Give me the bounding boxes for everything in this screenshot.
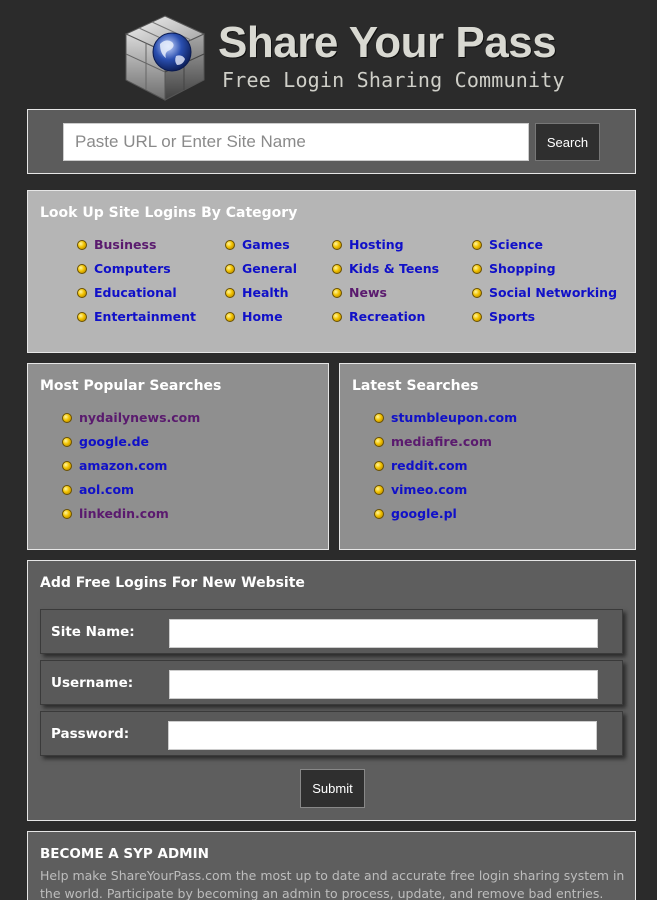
bullet-icon [374,412,384,423]
latest-search-link[interactable]: google.pl [374,506,457,521]
category-link[interactable]: Computers [77,261,171,276]
bullet-icon [77,239,87,250]
category-link[interactable]: Health [225,285,289,300]
bullet-icon [472,287,482,298]
category-link[interactable]: Kids & Teens [332,261,439,276]
bullet-icon [225,263,235,274]
bullet-icon [472,263,482,274]
popular-searches-panel: Most Popular Searches nydailynews.com go… [27,363,329,550]
bullet-icon [225,311,235,322]
category-link[interactable]: Social Networking [472,285,617,300]
category-link[interactable]: Hosting [332,237,404,252]
bullet-icon [332,287,342,298]
site-tagline: Free Login Sharing Community [222,68,565,92]
site-title[interactable]: Share Your Pass [218,18,557,68]
popular-search-link[interactable]: aol.com [62,482,134,497]
username-field[interactable] [169,670,598,699]
become-admin-title: BECOME A SYP ADMIN [40,846,209,862]
bullet-icon [62,436,72,447]
cube-logo-icon[interactable] [124,14,206,102]
bullet-icon [77,263,87,274]
site-name-label: Site Name: [51,624,135,640]
category-link[interactable]: Shopping [472,261,556,276]
search-input[interactable] [63,123,529,161]
search-panel: Search [27,109,636,174]
bullet-icon [77,311,87,322]
category-link[interactable]: Games [225,237,290,252]
add-logins-title: Add Free Logins For New Website [40,575,305,591]
become-admin-text: Help make ShareYourPass.com the most up … [40,868,625,900]
site-header: Share Your Pass Free Login Sharing Commu… [0,0,657,108]
username-row: Username: [40,660,623,705]
category-panel-title: Look Up Site Logins By Category [40,205,298,221]
bullet-icon [472,239,482,250]
bullet-icon [374,508,384,519]
latest-searches-title: Latest Searches [352,378,479,394]
popular-search-link[interactable]: google.de [62,434,149,449]
bullet-icon [62,412,72,423]
category-link[interactable]: Entertainment [77,309,196,324]
popular-search-link[interactable]: nydailynews.com [62,410,200,425]
bullet-icon [332,311,342,322]
add-logins-panel: Add Free Logins For New Website Site Nam… [27,560,636,821]
bullet-icon [332,239,342,250]
bullet-icon [225,239,235,250]
search-button[interactable]: Search [535,123,600,161]
submit-button[interactable]: Submit [300,769,365,808]
category-link[interactable]: Sports [472,309,535,324]
category-link[interactable]: Recreation [332,309,425,324]
bullet-icon [472,311,482,322]
bullet-icon [225,287,235,298]
username-label: Username: [51,675,134,691]
bullet-icon [62,460,72,471]
site-name-field[interactable] [169,619,598,648]
site-name-row: Site Name: [40,609,623,654]
bullet-icon [374,436,384,447]
latest-search-link[interactable]: reddit.com [374,458,468,473]
bullet-icon [332,263,342,274]
become-admin-panel: BECOME A SYP ADMIN Help make ShareYourPa… [27,831,636,900]
category-panel: Look Up Site Logins By Category Business… [27,190,636,353]
bullet-icon [374,460,384,471]
password-row: Password: [40,711,623,756]
popular-search-link[interactable]: linkedin.com [62,506,169,521]
category-link[interactable]: Home [225,309,283,324]
bullet-icon [62,484,72,495]
category-link[interactable]: Science [472,237,543,252]
bullet-icon [374,484,384,495]
bullet-icon [77,287,87,298]
category-link[interactable]: Educational [77,285,177,300]
latest-search-link[interactable]: mediafire.com [374,434,492,449]
popular-search-link[interactable]: amazon.com [62,458,167,473]
popular-searches-title: Most Popular Searches [40,378,222,394]
password-field[interactable] [168,721,597,750]
latest-searches-panel: Latest Searches stumbleupon.com mediafir… [339,363,636,550]
latest-search-link[interactable]: stumbleupon.com [374,410,517,425]
bullet-icon [62,508,72,519]
latest-search-link[interactable]: vimeo.com [374,482,467,497]
category-link[interactable]: News [332,285,387,300]
password-label: Password: [51,726,130,742]
category-link[interactable]: General [225,261,297,276]
category-link[interactable]: Business [77,237,156,252]
